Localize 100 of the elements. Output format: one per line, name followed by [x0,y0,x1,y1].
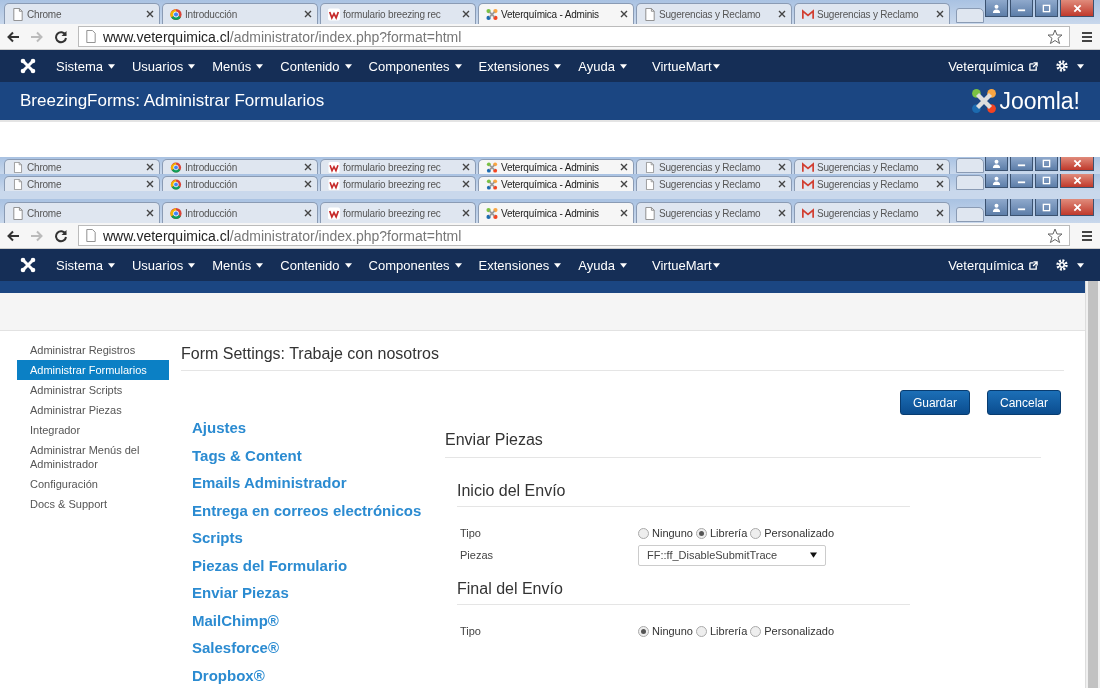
section-link[interactable]: Entrega en correos electrónicos [192,500,445,521]
address-field[interactable]: www.veterquimica.cl/administrator/index.php?format=html [78,26,1070,47]
browser-tab[interactable]: formulario breezing rec [320,159,476,174]
minimize-button[interactable] [1010,174,1033,188]
nav-menu[interactable]: Extensiones [478,257,562,273]
close-icon[interactable] [778,209,786,217]
maximize-button[interactable] [1035,174,1058,188]
nav-menu[interactable]: Sistema [56,257,115,273]
nav-menu[interactable]: Extensiones [478,58,562,74]
back-icon[interactable] [6,29,20,44]
browser-tab[interactable]: Sugerencias y Reclamo [794,176,950,191]
nav-menu[interactable]: Componentes [368,58,462,74]
radio-button[interactable] [638,625,649,637]
radio-button[interactable] [696,625,707,637]
close-icon[interactable] [936,163,944,171]
browser-tab[interactable]: formulario breezing rec [320,176,476,191]
sidebar-item[interactable]: Integrador [17,420,169,440]
browser-tab[interactable]: Veterquímica - Adminis [478,3,634,24]
select-field[interactable]: FF::ff_DisableSubmitTrace [638,544,826,566]
nav-menu[interactable]: Componentes [368,257,462,273]
maximize-button[interactable] [1035,0,1058,17]
star-icon[interactable] [1047,28,1063,45]
close-icon[interactable] [462,180,470,188]
close-icon[interactable] [462,10,470,18]
browser-tab[interactable]: Veterquímica - Adminis [478,202,634,223]
section-link[interactable]: Emails Administrador [192,473,445,494]
close-icon[interactable] [304,209,312,217]
close-icon[interactable] [146,209,154,217]
section-link[interactable]: MailChimp® [192,610,445,631]
joomla-icon[interactable] [20,58,36,74]
close-icon[interactable] [778,10,786,18]
user-button[interactable] [985,199,1008,216]
section-link[interactable]: Piezas del Formulario [192,555,445,576]
minimize-button[interactable] [1010,0,1033,17]
nav-menu[interactable]: Menús [212,58,264,74]
maximize-button[interactable] [1035,199,1058,216]
close-button[interactable] [1060,199,1094,216]
browser-tab[interactable]: Sugerencias y Reclamo [794,202,950,223]
close-icon[interactable] [620,10,628,18]
browser-tab[interactable]: Chrome [4,159,160,174]
section-link[interactable]: Ajustes [192,418,445,439]
section-link[interactable]: Enviar Piezas [192,583,445,604]
browser-tab[interactable]: Sugerencias y Reclamo [794,159,950,174]
section-link[interactable]: Dropbox® [192,665,445,686]
user-button[interactable] [985,174,1008,188]
close-icon[interactable] [778,180,786,188]
scrollbar[interactable] [1085,281,1100,688]
settings-menu[interactable] [1055,258,1084,272]
close-icon[interactable] [620,163,628,171]
minimize-button[interactable] [1010,157,1033,171]
close-icon[interactable] [304,180,312,188]
nav-menu[interactable]: Menús [212,257,264,273]
section-link[interactable]: Scripts [192,528,445,549]
section-link[interactable]: Salesforce® [192,638,445,659]
close-icon[interactable] [936,180,944,188]
close-icon[interactable] [936,209,944,217]
joomla-icon[interactable] [20,257,36,273]
close-icon[interactable] [620,180,628,188]
sidebar-item[interactable]: Administrar Scripts [17,380,169,400]
browser-tab[interactable]: formulario breezing rec [320,3,476,24]
minimize-button[interactable] [1010,199,1033,216]
close-icon[interactable] [462,209,470,217]
sidebar-item[interactable]: Administrar Formularios [17,360,169,380]
sidebar-item[interactable]: Administrar Menús del Administrador [17,440,169,474]
browser-tab[interactable]: Veterquímica - Adminis [478,176,634,191]
user-button[interactable] [985,0,1008,17]
close-button[interactable] [1060,174,1094,188]
nav-menu[interactable]: Sistema [56,58,115,74]
sidebar-item[interactable]: Administrar Registros [17,340,169,360]
nav-menu[interactable]: Contenido [280,257,352,273]
site-link[interactable]: Veterquímica [948,257,1038,273]
browser-tab[interactable]: Sugerencias y Reclamo [794,3,950,24]
browser-tab[interactable]: Sugerencias y Reclamo [636,176,792,191]
close-icon[interactable] [146,180,154,188]
address-field[interactable]: www.veterquimica.cl/administrator/index.php?format=html [78,225,1070,246]
browser-tab[interactable]: Veterquímica - Adminis [478,159,634,174]
nav-menu[interactable]: Usuarios [131,58,196,74]
sidebar-item[interactable]: Administrar Piezas [17,400,169,420]
reload-icon[interactable] [54,29,68,44]
action-button[interactable]: Guardar [899,390,970,415]
browser-tab[interactable]: Chrome [4,202,160,223]
close-icon[interactable] [304,10,312,18]
sidebar-item[interactable]: Configuración [17,474,169,494]
maximize-button[interactable] [1035,157,1058,171]
star-icon[interactable] [1047,227,1063,244]
browser-tab[interactable]: formulario breezing rec [320,202,476,223]
browser-tab[interactable]: Introducción [162,176,318,191]
radio-button[interactable] [750,625,762,637]
close-icon[interactable] [778,163,786,171]
browser-tab[interactable]: Introducción [162,3,318,24]
radio-button[interactable] [696,527,707,539]
menu-icon[interactable] [1080,228,1094,243]
site-link[interactable]: Veterquímica [948,58,1038,74]
menu-icon[interactable] [1080,29,1094,44]
nav-menu[interactable]: VirtueMart [652,58,720,74]
close-icon[interactable] [146,163,154,171]
settings-menu[interactable] [1055,59,1084,73]
browser-tab[interactable]: Introducción [162,202,318,223]
close-icon[interactable] [304,163,312,171]
reload-icon[interactable] [54,228,68,243]
